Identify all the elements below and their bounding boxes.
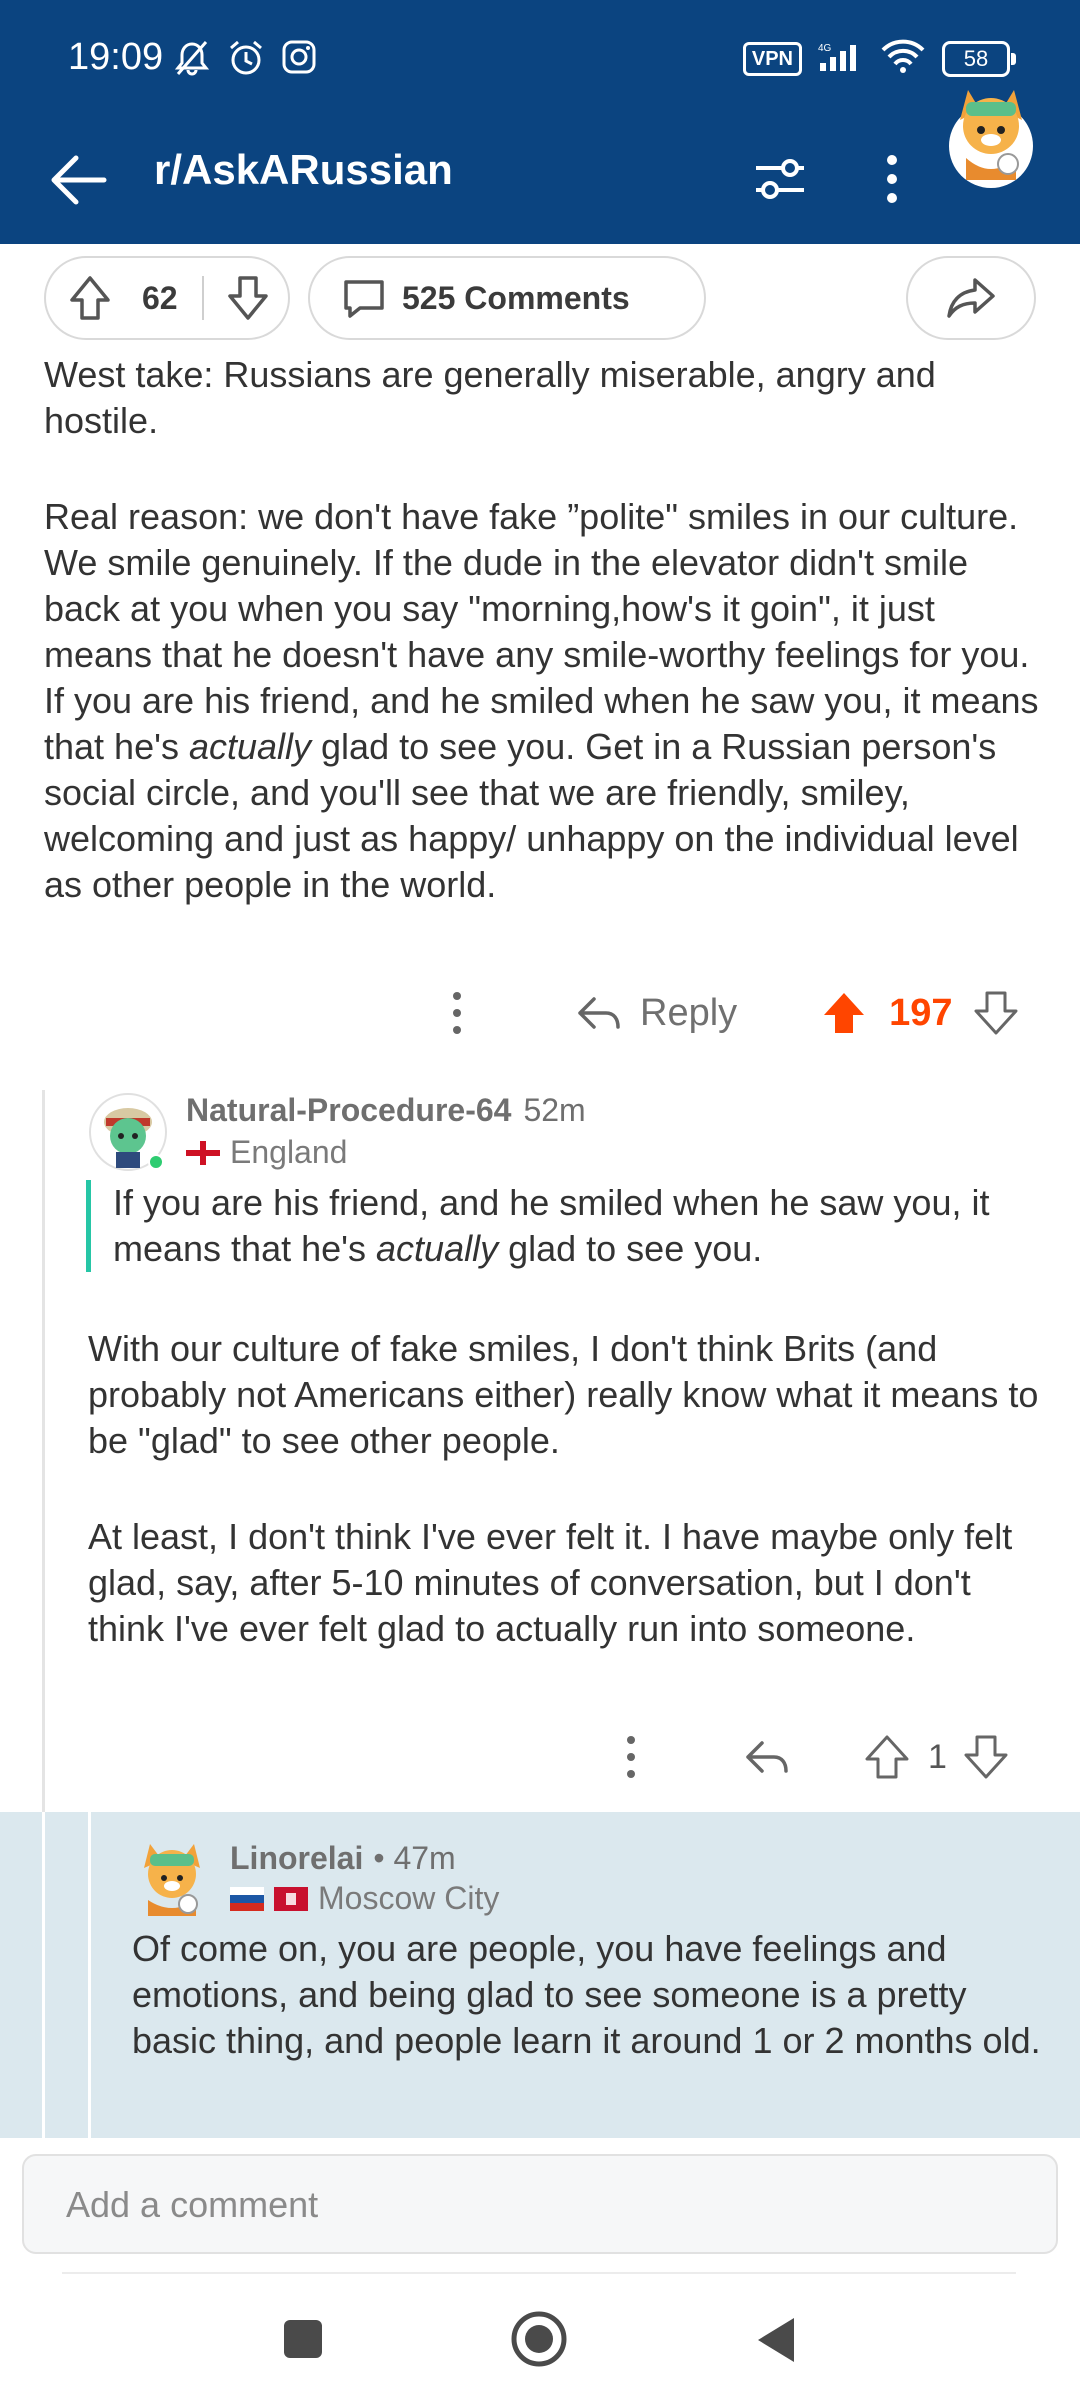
status-bar: 19:09 VPN 4G 58 [0, 0, 1080, 118]
share-icon [947, 278, 995, 318]
reply2-timestamp: • 47m [373, 1840, 456, 1876]
app-header: 19:09 VPN 4G 58 r/AskARussian [0, 0, 1080, 244]
upvote-active-icon[interactable] [821, 990, 867, 1036]
post-vote-control: 62 [44, 256, 290, 340]
filter-button[interactable] [748, 146, 814, 212]
upvote-icon[interactable] [864, 1734, 910, 1780]
main-comment-emphasis: actually [188, 726, 312, 767]
reply1-quote-text-end: glad to see you. [498, 1228, 763, 1269]
reply1-paragraph-2: At least, I don't think I've ever felt i… [88, 1516, 1013, 1649]
recents-square-icon[interactable] [282, 2318, 324, 2360]
system-nav-bar [0, 2290, 1080, 2400]
divider [62, 2272, 1016, 2274]
reply1-author-row: Natural-Procedure-64 52m [186, 1092, 586, 1129]
thread-line [88, 1812, 91, 2138]
user-avatar[interactable] [946, 80, 1036, 190]
moscow-flag-icon [274, 1886, 308, 1911]
reply2-paragraph: Of come on, you are people, you have fee… [132, 1928, 1041, 2061]
comment-more-icon[interactable] [624, 1734, 638, 1780]
reply-icon[interactable] [744, 1737, 790, 1777]
thread-line [42, 1812, 45, 2138]
reply1-score: 1 [928, 1737, 947, 1776]
reply1-flair-text: England [230, 1134, 348, 1170]
comments-button[interactable]: 525 Comments [308, 256, 706, 340]
status-time: 19:09 [68, 36, 164, 78]
downvote-icon[interactable] [973, 990, 1019, 1036]
russia-flag-icon [230, 1886, 264, 1911]
reply2-avatar[interactable] [132, 1838, 212, 1918]
status-right-icons: VPN 4G 58 [742, 38, 1016, 79]
more-options-button[interactable] [866, 146, 918, 212]
reply1-username[interactable]: Natural-Procedure-64 [186, 1092, 511, 1129]
filter-icon [756, 159, 804, 199]
downvote-icon[interactable] [963, 1734, 1009, 1780]
vpn-badge: VPN [742, 41, 802, 76]
upvote-icon[interactable] [60, 268, 120, 328]
app-bar: r/AskARussian [0, 118, 1080, 244]
add-comment-placeholder: Add a comment [66, 2184, 319, 2225]
reply1-actions: 1 [624, 1722, 1044, 1792]
england-flag-icon [186, 1140, 220, 1165]
more-vertical-icon [887, 155, 897, 203]
reply1-paragraph-1: With our culture of fake smiles, I don't… [88, 1328, 1039, 1461]
reply2-flair: Moscow City [230, 1880, 499, 1917]
comment-more-icon[interactable] [450, 990, 464, 1036]
reply1-quote: If you are his friend, and he smiled whe… [86, 1180, 1063, 1272]
subreddit-title[interactable]: r/AskARussian [154, 146, 453, 194]
reply2-username[interactable]: Linorelai [230, 1840, 363, 1877]
back-button[interactable] [44, 142, 120, 218]
reply1-avatar[interactable] [88, 1092, 168, 1172]
bell-off-icon [172, 38, 212, 83]
share-button[interactable] [906, 256, 1036, 340]
add-comment-input[interactable]: Add a comment [22, 2154, 1058, 2254]
downvote-icon[interactable] [218, 268, 278, 328]
reply-button[interactable]: Reply [640, 992, 737, 1035]
reply2-flair-text: Moscow City [318, 1880, 500, 1916]
post-action-row: 62 525 Comments [44, 256, 1036, 344]
reply-icon[interactable] [576, 993, 622, 1033]
reply1-quote-emphasis: actually [376, 1228, 499, 1269]
battery-indicator: 58 [942, 40, 1016, 77]
reply1-flair: England [186, 1134, 347, 1171]
status-left-icons [172, 38, 318, 83]
main-comment-actions: Reply 197 [450, 978, 1040, 1048]
alarm-icon [226, 38, 266, 83]
main-comment-paragraph-1: West take: Russians are generally misera… [44, 354, 936, 441]
reply2-author-row: Linorelai • 47m [230, 1840, 456, 1877]
reply2-body: Of come on, you are people, you have fee… [132, 1926, 1042, 2064]
main-comment-paragraph-2: Real reason: we don't have fake ”polite"… [44, 494, 1044, 908]
instagram-icon [280, 38, 318, 83]
comment-bubble-icon [344, 280, 384, 318]
home-circle-icon[interactable] [510, 2310, 568, 2368]
main-comment-score: 197 [889, 991, 953, 1034]
reply1-timestamp: 52m [523, 1092, 586, 1128]
signal-icon: 4G [818, 39, 864, 78]
wifi-icon [880, 38, 926, 79]
vote-separator [202, 276, 204, 320]
back-arrow-icon [51, 155, 107, 205]
svg-text:4G: 4G [818, 43, 832, 54]
comments-count-label: 525 Comments [402, 279, 630, 316]
back-triangle-icon[interactable] [752, 2314, 798, 2366]
reply1-body: With our culture of fake smiles, I don't… [88, 1326, 1048, 1652]
main-comment-body: West take: Russians are generally misera… [44, 352, 1044, 908]
post-vote-count: 62 [142, 279, 178, 316]
